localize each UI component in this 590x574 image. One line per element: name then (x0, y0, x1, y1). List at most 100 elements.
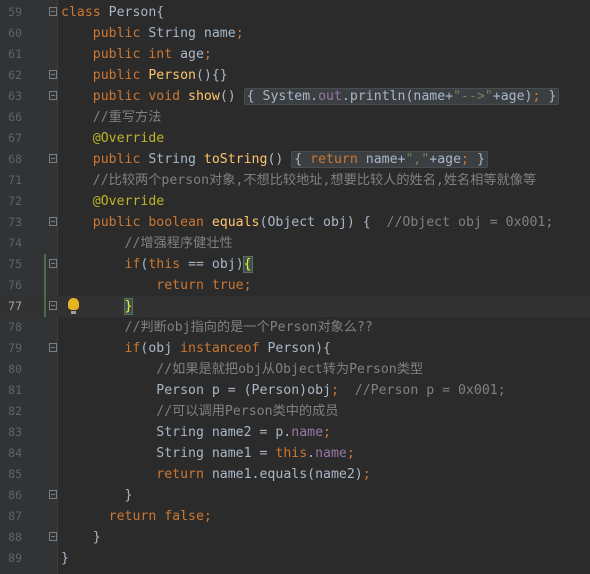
code-line[interactable]: 71 //比较两个person对象,不想比较地址,想要比较人的姓名,姓名相等就像… (0, 170, 590, 191)
line-number[interactable]: 81 (0, 380, 22, 401)
code-text[interactable]: public void show() { System.out.println(… (61, 86, 560, 107)
code-token: class (61, 5, 109, 20)
code-text[interactable]: } (61, 548, 69, 569)
line-number[interactable]: 66 (0, 107, 22, 128)
code-text[interactable]: //判断obj指向的是一个Person对象么?? (61, 317, 373, 338)
line-number[interactable]: 67 (0, 128, 22, 149)
line-number[interactable]: 75 (0, 254, 22, 275)
code-text[interactable]: return false; (61, 506, 212, 527)
code-text[interactable]: //如果是就把obj从Object转为Person类型 (61, 359, 423, 380)
code-text[interactable]: public boolean equals(Object obj) { //Ob… (61, 212, 554, 233)
code-text[interactable]: public Person(){} (61, 65, 228, 86)
code-text[interactable]: public String toString() { return name+"… (61, 149, 488, 170)
code-line[interactable]: 63 public void show() { System.out.print… (0, 86, 590, 107)
code-text[interactable]: //增强程序健壮性 (61, 233, 233, 254)
code-token: name (315, 446, 347, 461)
line-number[interactable]: 59 (0, 2, 22, 23)
code-line[interactable]: 75 if(this == obj){ (0, 254, 590, 275)
fold-toggle-icon[interactable] (49, 7, 57, 16)
line-number[interactable]: 72 (0, 191, 22, 212)
code-text[interactable]: public String name; (61, 23, 244, 44)
code-line[interactable]: 89} (0, 548, 590, 569)
fold-toggle-icon[interactable] (49, 259, 57, 268)
line-number[interactable]: 78 (0, 317, 22, 338)
fold-toggle-icon[interactable] (49, 70, 57, 79)
folded-code-region[interactable]: { System.out.println(name+"-->"+age); } (243, 88, 560, 105)
code-text[interactable]: @Override (61, 128, 164, 149)
line-number[interactable]: 77 (0, 296, 22, 317)
folded-code-region[interactable]: { return name+","+age; } (291, 151, 488, 168)
code-line[interactable]: 67 @Override (0, 128, 590, 149)
line-number[interactable]: 86 (0, 485, 22, 506)
code-line[interactable]: 68 public String toString() { return nam… (0, 149, 590, 170)
line-number[interactable]: 79 (0, 338, 22, 359)
code-line[interactable]: 76 return true; (0, 275, 590, 296)
line-number[interactable]: 87 (0, 506, 22, 527)
code-line[interactable]: 86 } (0, 485, 590, 506)
code-line[interactable]: 66 //重写方法 (0, 107, 590, 128)
code-line[interactable]: 77 } (0, 296, 590, 317)
line-number[interactable]: 76 (0, 275, 22, 296)
line-number[interactable]: 84 (0, 443, 22, 464)
code-line[interactable]: 85 return name1.equals(name2); (0, 464, 590, 485)
line-number[interactable]: 89 (0, 548, 22, 569)
line-number[interactable]: 62 (0, 65, 22, 86)
code-line[interactable]: 88 } (0, 527, 590, 548)
line-number[interactable]: 63 (0, 86, 22, 107)
code-text[interactable]: //重写方法 (61, 107, 162, 128)
code-line[interactable]: 78 //判断obj指向的是一个Person对象么?? (0, 317, 590, 338)
fold-toggle-icon[interactable] (49, 532, 57, 541)
code-editor[interactable]: 59 class Person{60 public String name; 61 … (0, 0, 590, 574)
code-text[interactable]: String name1 = this.name; (61, 443, 355, 464)
code-text[interactable]: //比较两个person对象,不想比较地址,想要比较人的姓名,姓名相等就像等 (61, 170, 536, 191)
line-number[interactable]: 68 (0, 149, 22, 170)
code-text[interactable]: if(obj instanceof Person){ (61, 338, 331, 359)
code-line[interactable]: 81 Person p = (Person)obj; //Person p = … (0, 380, 590, 401)
code-line[interactable]: 62 public Person(){} (0, 65, 590, 86)
code-line[interactable]: 73 public boolean equals(Object obj) { /… (0, 212, 590, 233)
code-text[interactable]: return true; (61, 275, 251, 296)
code-line[interactable]: 87 return false; (0, 506, 590, 527)
code-line[interactable]: 72 @Override (0, 191, 590, 212)
code-text[interactable]: String name2 = p.name; (61, 422, 331, 443)
code-token: ; (203, 47, 212, 62)
code-line[interactable]: 80 //如果是就把obj从Object转为Person类型 (0, 359, 590, 380)
change-marker[interactable] (44, 254, 46, 317)
code-text[interactable]: @Override (61, 191, 164, 212)
line-number[interactable]: 74 (0, 233, 22, 254)
line-number[interactable]: 83 (0, 422, 22, 443)
code-text[interactable]: //可以调用Person类中的成员 (61, 401, 338, 422)
line-number[interactable]: 73 (0, 212, 22, 233)
code-line[interactable]: 59 class Person{ (0, 2, 590, 23)
code-text[interactable]: class Person{ (61, 2, 164, 23)
code-line[interactable]: 79 if(obj instanceof Person){ (0, 338, 590, 359)
line-number[interactable]: 80 (0, 359, 22, 380)
fold-toggle-icon[interactable] (49, 154, 57, 163)
fold-toggle-icon[interactable] (49, 490, 57, 499)
fold-toggle-icon[interactable] (49, 217, 57, 226)
code-line[interactable]: 74 //增强程序健壮性 (0, 233, 590, 254)
fold-toggle-icon[interactable] (49, 301, 57, 310)
line-number[interactable]: 71 (0, 170, 22, 191)
code-line[interactable]: 83 String name2 = p.name; (0, 422, 590, 443)
line-number[interactable]: 61 (0, 44, 22, 65)
code-token: age (180, 47, 204, 62)
code-text[interactable]: } (61, 296, 134, 317)
fold-toggle-icon[interactable] (49, 343, 57, 352)
code-text[interactable]: public int age; (61, 44, 212, 65)
code-line[interactable]: 84 String name1 = this.name; (0, 443, 590, 464)
line-number[interactable]: 88 (0, 527, 22, 548)
code-text[interactable]: if(this == obj){ (61, 254, 253, 275)
code-line[interactable]: 61 public int age; (0, 44, 590, 65)
code-line[interactable]: 82 //可以调用Person类中的成员 (0, 401, 590, 422)
line-number[interactable]: 82 (0, 401, 22, 422)
code-text[interactable]: } (61, 527, 101, 548)
fold-toggle-icon[interactable] (49, 91, 57, 100)
code-line[interactable]: 60 public String name; (0, 23, 590, 44)
line-number[interactable]: 60 (0, 23, 22, 44)
code-text[interactable]: return name1.equals(name2); (61, 464, 370, 485)
code-text[interactable]: Person p = (Person)obj; //Person p = 0x0… (61, 380, 505, 401)
code-text[interactable]: } (61, 485, 133, 506)
line-number[interactable]: 85 (0, 464, 22, 485)
